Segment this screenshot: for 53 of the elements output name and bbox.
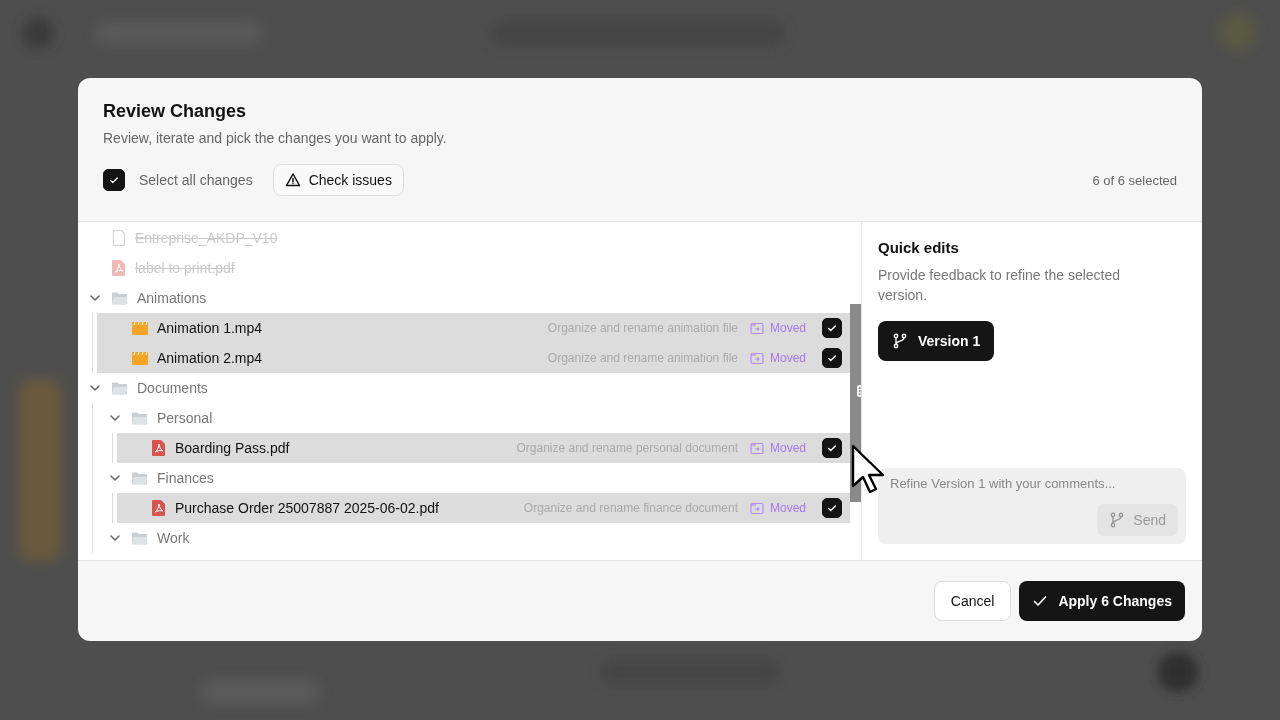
- pdf-icon: [151, 439, 167, 457]
- folder-icon: [131, 530, 149, 546]
- version-button[interactable]: Version 1: [878, 321, 995, 361]
- check-icon: [827, 323, 837, 333]
- branch-icon: [1109, 512, 1126, 528]
- moved-badge: Moved: [749, 321, 806, 335]
- folder-row[interactable]: Personal: [97, 403, 850, 433]
- change-checkbox[interactable]: [822, 348, 842, 368]
- select-all-checkbox[interactable]: [103, 169, 125, 191]
- change-checkbox[interactable]: [822, 498, 842, 518]
- folder-row[interactable]: Animations: [87, 283, 850, 313]
- file-name: Animation 1.mp4: [157, 320, 263, 336]
- clapperboard-icon: [131, 350, 149, 366]
- folder-icon: [111, 290, 129, 306]
- folder-icon: [111, 380, 129, 396]
- folder-row[interactable]: Work: [97, 523, 850, 553]
- folder-row[interactable]: Documents: [87, 373, 850, 403]
- clapperboard-icon: [131, 320, 149, 336]
- folder-icon: [131, 470, 149, 486]
- check-icon: [1032, 593, 1049, 609]
- quick-edits-description: Provide feedback to refine the selected version.: [878, 266, 1122, 305]
- change-checkbox[interactable]: [822, 318, 842, 338]
- moved-badge: Moved: [749, 441, 806, 455]
- file-name: Animation 2.mp4: [157, 350, 263, 366]
- file-name: Personal: [157, 410, 213, 426]
- dialog-subtitle: Review, iterate and pick the changes you want to apply.: [103, 129, 448, 147]
- file-name: Purchase Order 25007887 2025-06-02.pdf: [175, 500, 439, 516]
- select-all-label[interactable]: Select all changes: [139, 172, 253, 188]
- dialog-title: Review Changes: [103, 100, 248, 122]
- file-name: Animations: [137, 290, 207, 306]
- change-checkbox[interactable]: [822, 438, 842, 458]
- check-issues-button[interactable]: Check issues: [272, 164, 404, 196]
- quick-edits-title: Quick edits: [878, 239, 960, 256]
- folder-icon: [131, 410, 149, 426]
- selection-count: 6 of 6 selected: [1092, 172, 1177, 188]
- file-name: Finances: [157, 470, 214, 486]
- moved-badge: Moved: [749, 351, 806, 365]
- file-name: Work: [157, 530, 190, 546]
- check-icon: [827, 353, 837, 363]
- apply-button[interactable]: Apply 6 Changes: [1019, 581, 1185, 621]
- folder-row[interactable]: Finances: [97, 463, 850, 493]
- cancel-button[interactable]: Cancel: [933, 581, 1012, 621]
- warning-icon: [284, 172, 301, 188]
- moved-badge: Moved: [749, 501, 806, 515]
- pdf-icon: [111, 259, 127, 277]
- check-icon: [109, 175, 119, 185]
- branch-icon: [892, 333, 908, 349]
- check-icon: [827, 503, 837, 513]
- check-icon: [827, 443, 837, 453]
- file-name: Documents: [137, 380, 208, 396]
- pdf-icon: [151, 499, 167, 517]
- file-name: Boarding Pass.pdf: [175, 440, 290, 456]
- document-icon: [111, 229, 127, 247]
